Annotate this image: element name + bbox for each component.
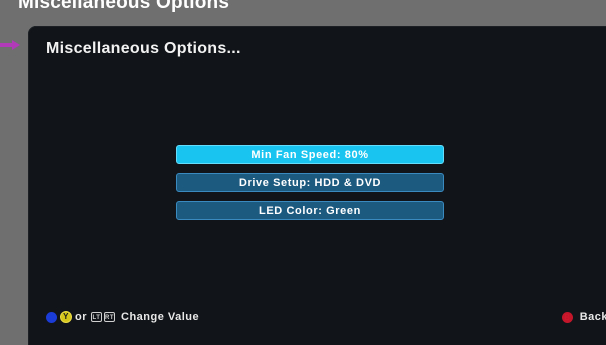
pointer-arrow-icon [0,40,20,50]
b-button-icon: B [561,311,573,323]
back-hint[interactable]: B Back [561,311,606,323]
y-button-icon: Y [60,311,72,323]
or-label: or [75,311,87,323]
menu-item-drive-setup[interactable]: Drive Setup: HDD & DVD [176,173,444,192]
options-menu: Min Fan Speed: 80% Drive Setup: HDD & DV… [176,145,444,229]
x-button-icon: X [46,311,57,323]
menu-item-min-fan-speed[interactable]: Min Fan Speed: 80% [176,145,444,164]
left-trigger-icon: LT [91,312,102,322]
change-value-label: Change Value [121,311,200,323]
page-title: Miscellaneous Options... [46,40,241,57]
back-label: Back [579,311,606,323]
change-value-hint: X Y or LT RT Change Value [46,311,199,323]
menu-item-led-color[interactable]: LED Color: Green [176,201,444,220]
window-caption: Miscellaneous Options [18,0,230,13]
options-panel: Miscellaneous Options... Min Fan Speed: … [28,26,606,345]
screen: Miscellaneous Options Miscellaneous Opti… [0,0,606,345]
right-trigger-icon: RT [104,312,115,322]
